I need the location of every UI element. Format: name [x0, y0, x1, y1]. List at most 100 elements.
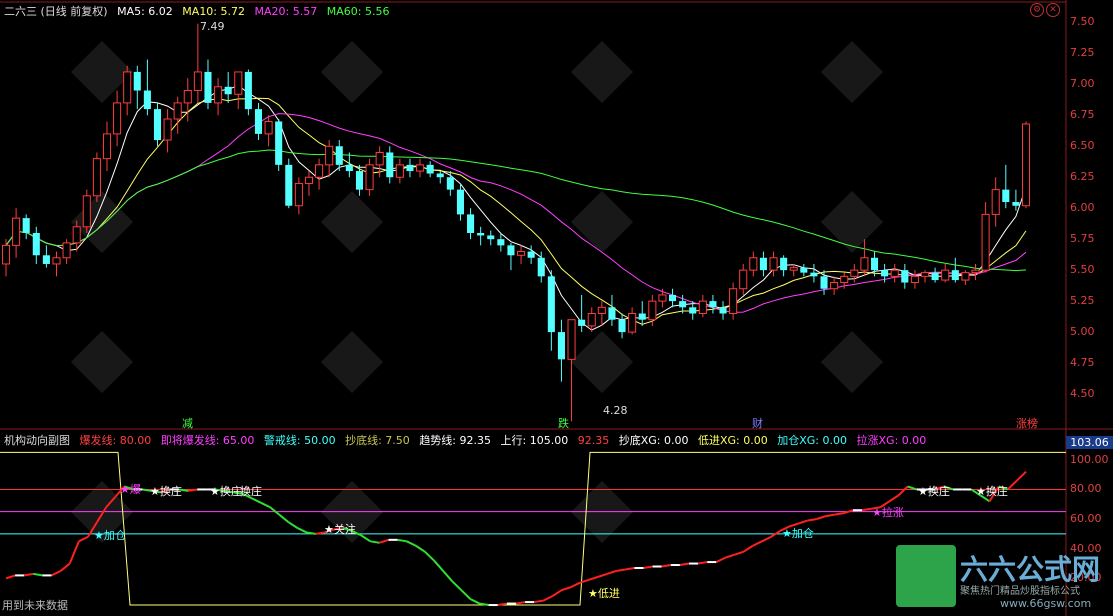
candle-body-up: [729, 288, 738, 315]
candle-body-up: [517, 251, 526, 256]
indicator-segment: [1016, 470, 1027, 482]
annotation-burst-text: 爆: [129, 483, 141, 496]
indicator-segment: [60, 562, 71, 572]
candle-body-up: [941, 269, 950, 281]
high-price-marker: 7.49: [200, 20, 225, 33]
candle-body-up: [971, 269, 980, 274]
indicator-segment: [296, 527, 307, 534]
param-low-xg: 低进XG: 0.00: [697, 434, 768, 447]
indicator-segment: [807, 518, 817, 522]
price-tick-label: 5.00: [1070, 325, 1095, 339]
kline-chart: [0, 0, 1113, 616]
indicator-segment: [1007, 479, 1018, 491]
candle-body-up: [294, 182, 303, 207]
param-warning: 警戒线: 50.00: [263, 434, 336, 447]
indicator-segment: [661, 564, 671, 568]
event-label-finance[interactable]: 财: [752, 415, 763, 431]
indicator-segment: [834, 512, 845, 516]
annotation-switch-1: ★换庄: [150, 485, 182, 498]
indicator-segment: [798, 519, 808, 525]
candle-body-up: [183, 90, 192, 104]
ma10-label: MA10: 5.72: [182, 5, 246, 18]
annotation-rally: ★拉涨: [872, 506, 904, 519]
annotation-watch-text: 关注: [333, 523, 356, 536]
indicator-segment: [433, 559, 444, 572]
indicator-segment: [643, 565, 653, 569]
settings-icon[interactable]: ⚙: [1030, 3, 1044, 17]
candle-body-up: [214, 86, 223, 104]
candle-body-down: [133, 71, 141, 91]
event-label-reduce[interactable]: 减: [182, 415, 193, 431]
indicator-segment: [715, 556, 726, 563]
indicator-segment: [78, 535, 89, 543]
event-label-limit-up[interactable]: 涨榜: [1016, 415, 1038, 431]
sub-panel-header: 机构动向副图 爆发线: 80.00 即将爆发线: 65.00 警戒线: 50.0…: [4, 432, 926, 448]
event-label-drop[interactable]: 跌: [558, 415, 569, 431]
candle-body-down: [143, 90, 151, 110]
watermark-logo: [820, 190, 884, 254]
candle-body-down: [537, 257, 545, 277]
indicator-segment: [534, 599, 544, 604]
indicator-segment: [561, 586, 571, 592]
annotation-switch-2: ★换庄: [210, 485, 242, 498]
watermark-logo: [320, 190, 384, 254]
candle-body-down: [578, 319, 586, 326]
price-tick-label: 5.50: [1070, 263, 1095, 277]
indicator-segment: [515, 601, 526, 605]
candle-body-down: [679, 301, 687, 308]
candle-body-down: [527, 251, 535, 258]
future-data-footer: 用到未来数据: [2, 599, 68, 612]
candle-body-down: [204, 71, 212, 103]
candle-body-down: [446, 177, 454, 190]
candle-body-up: [62, 242, 71, 259]
candle-body-down: [1012, 202, 1020, 206]
ma5-label: MA5: 6.02: [117, 5, 173, 18]
candle-body-up: [72, 226, 81, 244]
indicator-segment: [897, 485, 909, 497]
indicator-segment: [415, 544, 426, 553]
indicator-segment: [51, 570, 62, 577]
brand-logo: [896, 545, 956, 607]
candle-body-up: [739, 269, 748, 290]
indicator-tick-label: 100.00: [1070, 452, 1109, 466]
candle-body-down: [608, 307, 616, 320]
indicator-segment: [761, 535, 772, 543]
sub-panel-title: 机构动向副图: [4, 434, 70, 447]
candle-body-up: [375, 151, 384, 166]
candle-body-down: [820, 276, 828, 289]
annotation-switch-2-text: 换庄: [219, 485, 242, 498]
price-tick-label: 4.75: [1070, 356, 1095, 370]
candle-body-up: [315, 164, 324, 178]
indicator-segment: [542, 595, 553, 602]
annotation-add: ★加仓: [94, 529, 126, 542]
price-tick-label: 7.50: [1070, 15, 1095, 29]
price-tick-label: 4.50: [1070, 387, 1095, 401]
candle-body-up: [123, 71, 132, 104]
indicator-segment: [843, 509, 854, 515]
annotation-burst: ★爆: [120, 483, 141, 496]
price-tick-label: 7.00: [1070, 77, 1095, 91]
indicator-segment: [260, 501, 271, 509]
chart-header: 二六三 (日线 前复权) MA5: 6.02 MA10: 5.72 MA20: …: [4, 3, 395, 19]
watermark-layer: [70, 40, 884, 544]
indicator-segment: [251, 497, 262, 504]
close-icon[interactable]: ✕: [1046, 3, 1060, 17]
indicator-segment: [679, 562, 690, 567]
candle-body-up: [860, 257, 869, 271]
price-tick-label: 6.25: [1070, 170, 1095, 184]
chart-frame: [0, 0, 1113, 616]
annotation-watch: ★关注: [324, 523, 356, 536]
candle-body-down: [386, 152, 394, 178]
candle-body-up: [587, 313, 596, 327]
candle-body-down: [618, 319, 626, 333]
candle-body-down: [507, 245, 515, 256]
param-add-xg: 加仓XG: 0.00: [777, 434, 848, 447]
candle-body-up: [850, 269, 859, 277]
candle-body-up: [658, 294, 667, 302]
candle-body-down: [254, 109, 263, 134]
watermark-logo: [70, 190, 134, 254]
indicator-segment: [725, 553, 735, 559]
candle-body-up: [840, 275, 849, 284]
candle-body-up: [1021, 123, 1031, 207]
watermark-logo: [70, 330, 134, 394]
